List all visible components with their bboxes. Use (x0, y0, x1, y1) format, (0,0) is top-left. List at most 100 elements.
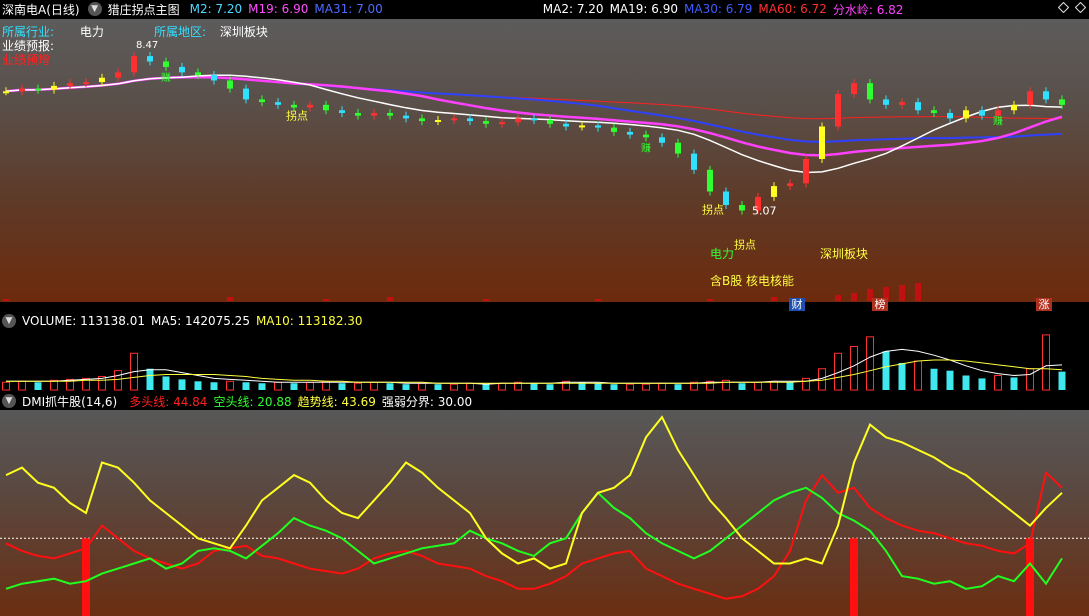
volume-bar (786, 382, 794, 390)
candle (99, 77, 105, 83)
industry-value: 电力 (79, 25, 104, 39)
dmi-threshold: 强弱分界: 30.00 (381, 394, 473, 409)
concept-industry: 电力 (710, 247, 735, 261)
volume-bar (418, 382, 426, 391)
volume-ma10: MA10: 113182.30 (255, 314, 363, 328)
volume-bar (450, 383, 458, 391)
concept-tags: 含B股 核电核能 (710, 274, 795, 288)
candle (499, 122, 505, 125)
price-bottom-bar (835, 295, 841, 301)
volume-bar (274, 381, 282, 391)
candle (115, 72, 121, 78)
volume-bar (658, 382, 666, 391)
volume-title[interactable]: VOLUME: 113138.01 (22, 314, 145, 328)
ma-right-2: MA30: 6.79 (684, 2, 753, 16)
candle (163, 61, 169, 67)
candle (531, 118, 537, 121)
volume-bar (178, 379, 186, 390)
volume-bar (482, 384, 490, 390)
candle (403, 115, 409, 119)
volume-bar (962, 375, 970, 390)
trend-line (5, 415, 1063, 570)
concept-region: 深圳板块 (820, 247, 869, 261)
candle (323, 104, 329, 111)
volume-header-bar: ▼ VOLUME: 113138.01 MA5: 142075.25 MA10:… (0, 312, 1089, 330)
candle (35, 88, 41, 91)
dmi-short: 空头线: 20.88 (213, 394, 292, 409)
volume-bar (210, 382, 218, 390)
volume-bar (162, 376, 170, 390)
candle (883, 99, 889, 105)
volume-bar (1042, 334, 1050, 391)
candle (19, 88, 25, 92)
price-chart[interactable]: 8.475.07拐点拐点拐点赚赚赚 (0, 19, 1089, 302)
candle (579, 125, 585, 128)
candle (915, 102, 921, 111)
candle (739, 205, 745, 211)
candle (819, 126, 825, 159)
candle (643, 134, 649, 138)
expand-diamond-icon[interactable] (1075, 2, 1086, 13)
dmi-header-bar: ▼ DMI抓牛股(14,6) 多头线: 44.84 空头线: 20.88 趋势线… (0, 392, 1089, 410)
candle (243, 88, 249, 100)
volume-bar (402, 384, 410, 390)
finance-tag[interactable]: 财 (789, 298, 805, 311)
candle (659, 137, 665, 143)
volume-bar (930, 368, 938, 390)
candle (675, 142, 681, 154)
candle (179, 66, 185, 73)
volume-bar (370, 381, 378, 391)
earn-mark: 赚 (641, 141, 651, 154)
candle (611, 127, 617, 132)
candle (899, 102, 905, 105)
volume-bar (642, 383, 650, 391)
region-label: 所属地区: (154, 25, 207, 39)
indicator-title[interactable]: 猎庄拐点主图 (108, 1, 180, 18)
candle (275, 102, 281, 105)
high-price-label: 8.47 (136, 40, 158, 51)
dmi-title[interactable]: DMI抓牛股(14,6) (22, 393, 117, 410)
long-line (5, 470, 1063, 600)
ma-left-1: M19: 6.90 (248, 2, 309, 16)
volume-bar (114, 370, 122, 391)
candle (627, 131, 633, 135)
chevron-down-icon[interactable]: ▼ (2, 394, 16, 408)
candle (771, 186, 777, 197)
candle (947, 112, 953, 119)
chevron-down-icon[interactable]: ▼ (87, 2, 102, 16)
volume-bar (1058, 371, 1066, 390)
region-value: 深圳板块 (219, 25, 268, 39)
ma-right-3: MA60: 6.72 (758, 2, 827, 16)
candle (691, 153, 697, 170)
price-bottom-bar (227, 297, 233, 301)
price-pane[interactable]: 8.47 5.07 拐点 拐点 拐点赚赚赚 (0, 19, 1089, 302)
price-bottom-bar (899, 285, 905, 301)
volume-bar (242, 382, 250, 390)
expand-diamond-icon[interactable] (1058, 2, 1069, 13)
limit-up-tag[interactable]: 涨 (1036, 298, 1052, 311)
dmi-pane[interactable] (0, 410, 1089, 616)
candle (3, 91, 9, 94)
candle (563, 123, 569, 127)
stock-title[interactable]: 深南电A(日线) (2, 1, 80, 18)
volume-bar (1010, 377, 1018, 390)
chevron-down-icon[interactable]: ▼ (2, 314, 16, 328)
candle (963, 110, 969, 119)
candle (83, 82, 89, 85)
ranking-tag[interactable]: 榜 (872, 298, 888, 311)
volume-bar (898, 362, 906, 390)
volume-chart[interactable] (0, 330, 1089, 392)
candle (835, 94, 841, 127)
volume-bar (290, 383, 298, 390)
volume-bar (434, 384, 442, 390)
volume-bar (610, 384, 618, 390)
volume-pane[interactable] (0, 330, 1089, 392)
candle (803, 159, 809, 184)
candle (435, 120, 441, 122)
ma-left-0: M2: 7.20 (189, 2, 243, 16)
candle (451, 118, 457, 121)
price-bottom-bar (915, 283, 921, 301)
price-bottom-bar (483, 299, 489, 301)
dmi-chart[interactable] (0, 410, 1089, 616)
volume-bar (226, 380, 234, 391)
